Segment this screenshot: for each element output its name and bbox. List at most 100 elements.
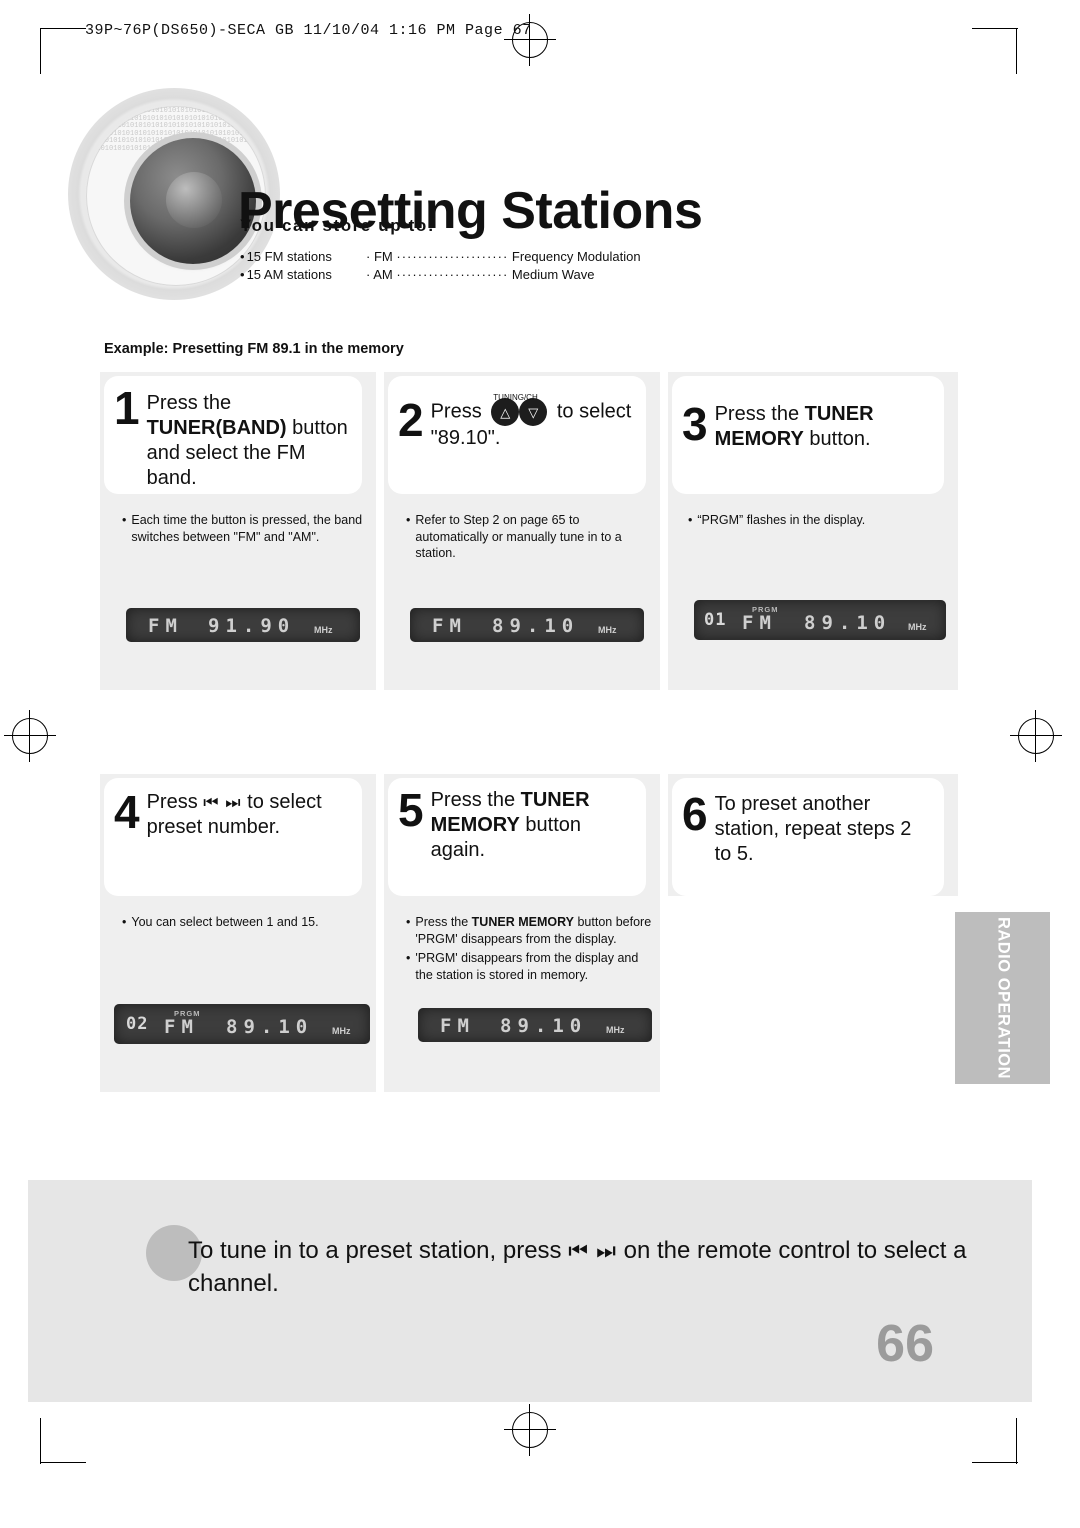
store-row-meaning: Frequency Modulation (511, 249, 641, 264)
step-number: 1 (114, 382, 140, 434)
store-row-left: • 15 FM stations (240, 249, 366, 264)
step-text-before: Press (430, 400, 482, 423)
store-row-left-text: 15 AM stations (246, 267, 332, 282)
lcd-unit: MHz (908, 622, 927, 632)
step-bullets-5: • Press the TUNER MEMORY button before 'P… (406, 914, 658, 986)
tuning-knob-icon: TUNING/CH △ ▽ (491, 393, 548, 426)
lcd-band: FM (742, 612, 777, 634)
store-heading: You can store up to: (240, 216, 436, 235)
crop-mark (40, 28, 41, 74)
bullet-icon: • (122, 915, 127, 929)
crop-mark (1016, 1418, 1017, 1464)
skip-buttons-icon: ⏮ ⏭ (568, 1238, 617, 1263)
store-row-meaning: Medium Wave (511, 267, 595, 282)
note-text-before: To tune in to a preset station, press (188, 1237, 562, 1264)
lcd-band: FM (148, 615, 183, 637)
store-row: • 15 FM stations · FM ···················… (240, 249, 641, 264)
step-bullets-3: • “PRGM” flashes in the display. (688, 512, 946, 532)
speaker-dome (166, 172, 222, 228)
page-number: 66 (876, 1315, 934, 1373)
crop-mark (972, 28, 1018, 29)
step-number: 4 (114, 786, 140, 838)
lcd-display-2: FM 89.10 MHz (410, 608, 644, 642)
bullet-text: Each time the button is pressed, the ban… (131, 513, 363, 544)
step-text: To preset another station, repeat steps … (714, 793, 912, 865)
step-bubble-5: 5 Press the TUNER MEMORY button again. (388, 778, 646, 896)
bullet-icon: • (406, 951, 411, 965)
bullet-text: You can select between 1 and 15. (131, 915, 319, 929)
leader-dots: ····················· (396, 249, 509, 264)
lcd-unit: MHz (314, 625, 333, 635)
lcd-display-1: FM 91.90 MHz (126, 608, 360, 642)
step-bubble-4: 4 Press ⏮ ⏭ to select preset number. (104, 778, 362, 896)
lcd-display-4: PRGM 02 FM 89.10 MHz (114, 1004, 370, 1044)
tuning-knob-label: TUNING/CH (493, 393, 538, 402)
bullet-text: Refer to Step 2 on page 65 to automatica… (415, 513, 622, 560)
bullet-icon: · (366, 267, 371, 282)
lcd-band: FM (432, 615, 467, 637)
lcd-display-5: FM 89.10 MHz (418, 1008, 652, 1042)
step-text: Press the TUNER MEMORY button. (714, 403, 874, 450)
bullet-item: • Press the TUNER MEMORY button before 'P… (406, 914, 658, 947)
lcd-display-3: PRGM 01 FM 89.10 MHz (694, 600, 946, 640)
lcd-band: FM (164, 1016, 199, 1038)
crop-mark (40, 1462, 86, 1463)
lcd-frequency: 89.10 (492, 615, 580, 637)
crop-mark (40, 1418, 41, 1464)
bullet-text: 'PRGM' disappears from the display and t… (415, 951, 639, 982)
bullet-item: • 'PRGM' disappears from the display and … (406, 950, 658, 983)
section-tab-radio-operation: RADIO OPERATION (955, 912, 1050, 1084)
store-row-left-text: 15 FM stations (246, 249, 332, 264)
step-text: Press the TUNER(BAND) button and select … (146, 392, 348, 489)
bullet-icon: · (366, 249, 371, 264)
registration-mark-right (1010, 710, 1062, 762)
bullet-item: • Refer to Step 2 on page 65 to automatic… (406, 512, 650, 562)
step-number: 2 (398, 394, 424, 446)
store-row-right: · FM ····················· Frequency Mod… (366, 249, 641, 264)
store-row-abbrev: FM (373, 249, 393, 264)
bullet-text: “PRGM” flashes in the display. (697, 513, 866, 527)
registration-mark-left (4, 710, 56, 762)
step-text: Press TUNING/CH △ ▽ to select "89.10". (430, 393, 634, 451)
store-row-abbrev: AM (373, 267, 393, 282)
store-list: • 15 FM stations · FM ···················… (240, 249, 641, 285)
registration-mark-bottom (504, 1404, 556, 1456)
step-bubble-3: 3 Press the TUNER MEMORY button. (672, 376, 944, 494)
store-row-left: • 15 AM stations (240, 267, 366, 282)
step-number: 5 (398, 784, 424, 836)
step-bullets-2: • Refer to Step 2 on page 65 to automatic… (406, 512, 650, 565)
step-bullets-1: • Each time the button is pressed, the ba… (122, 512, 366, 548)
step-number: 6 (682, 788, 708, 840)
lcd-frequency: 91.90 (208, 615, 296, 637)
bullet-item: • Each time the button is pressed, the ba… (122, 512, 366, 545)
bullet-item: • You can select between 1 and 15. (122, 914, 366, 931)
bullet-icon: • (406, 915, 411, 929)
step-text-before: Press (146, 791, 198, 813)
bottom-note: To tune in to a preset station, press ⏮ … (28, 1180, 1032, 1402)
bullet-icon: • (240, 249, 245, 264)
step-bullets-4: • You can select between 1 and 15. (122, 914, 366, 934)
bullet-icon: • (688, 513, 693, 527)
bullet-icon: • (240, 267, 245, 282)
step-bubble-6: 6 To preset another station, repeat step… (672, 778, 944, 896)
lcd-frequency: 89.10 (500, 1015, 588, 1037)
lcd-preset-number: 01 (704, 610, 727, 630)
lcd-unit: MHz (332, 1026, 351, 1036)
lcd-preset-number: 02 (126, 1014, 149, 1034)
crop-mark (972, 1462, 1018, 1463)
bullet-icon: • (406, 513, 411, 527)
example-caption: Example: Presetting FM 89.1 in the memor… (104, 341, 404, 357)
step-text: Press ⏮ ⏭ to select preset number. (147, 790, 350, 840)
crop-mark (1016, 28, 1017, 74)
note-text: To tune in to a preset station, press ⏮ … (188, 1234, 1008, 1300)
step-text: Press the TUNER MEMORY button again. (430, 789, 590, 861)
leader-dots: ····················· (396, 267, 509, 282)
bullet-text: Press the TUNER MEMORY button before 'PR… (415, 915, 652, 946)
step-bubble-1: 1 Press the TUNER(BAND) button and selec… (104, 376, 362, 494)
lcd-unit: MHz (606, 1025, 625, 1035)
section-tab-label: RADIO OPERATION (994, 916, 1012, 1080)
lcd-frequency: 89.10 (226, 1016, 314, 1038)
store-row-right: · AM ····················· Medium Wave (366, 267, 595, 282)
print-header: 39P~76P(DS650)-SECA GB 11/10/04 1:16 PM … (85, 22, 532, 39)
step-number: 3 (682, 398, 708, 450)
